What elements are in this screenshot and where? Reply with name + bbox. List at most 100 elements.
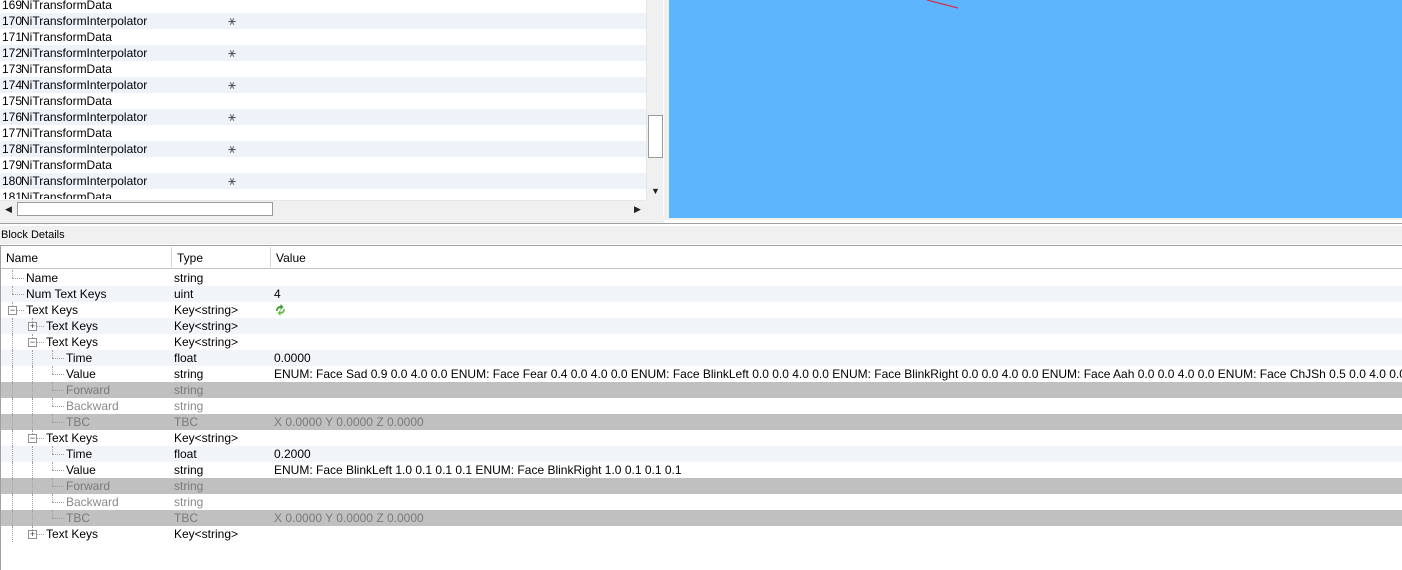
- block-type-name: NiTransformData: [21, 94, 112, 108]
- block-list-row[interactable]: 173 NiTransformData: [0, 61, 646, 77]
- tree-guide-line: [12, 526, 13, 542]
- field-type: string: [174, 383, 204, 397]
- field-name: Text Keys: [26, 303, 79, 317]
- block-list-row[interactable]: 180 NiTransformInterpolator ⚹: [0, 173, 646, 189]
- tree-row[interactable]: TBC TBC X 0.0000 Y 0.0000 Z 0.0000: [1, 414, 1402, 430]
- tree-row[interactable]: Forward string: [1, 382, 1402, 398]
- tree-guide-line: [52, 398, 53, 406]
- tree-guide-line: [12, 430, 13, 446]
- tree-row[interactable]: Backward string: [1, 494, 1402, 510]
- tree-row[interactable]: − Text Keys Key<string>: [1, 302, 1402, 318]
- field-type: Key<string>: [174, 303, 239, 317]
- tree-guide-line: [52, 478, 53, 486]
- field-type: Key<string>: [174, 335, 239, 349]
- asterisk-icon: ⚹: [228, 141, 236, 156]
- tree-guide-line: [12, 462, 13, 478]
- tree-guide-line: [52, 366, 53, 374]
- tree-guide-line: [32, 398, 33, 414]
- tree-guide-line: [32, 510, 33, 526]
- collapse-icon[interactable]: −: [28, 434, 37, 443]
- block-type-name: NiTransformData: [21, 62, 112, 76]
- tree-row[interactable]: − Text Keys Key<string>: [1, 334, 1402, 350]
- column-header-type[interactable]: Type: [172, 247, 271, 269]
- field-type: Key<string>: [174, 527, 239, 541]
- details-rows: Name string Num Text Keys uint 4− Text Keys Ke…: [1, 270, 1402, 542]
- field-value[interactable]: ENUM: Face Sad 0.9 0.0 4.0 0.0 ENUM: Fac…: [274, 366, 1402, 382]
- vertical-scroll-thumb[interactable]: [648, 115, 663, 158]
- tree-branch-line: [52, 406, 64, 407]
- block-type-name: NiTransformData: [21, 126, 112, 140]
- block-list-vertical-scrollbar[interactable]: ▼: [646, 0, 663, 200]
- tree-row[interactable]: − Text Keys Key<string>: [1, 430, 1402, 446]
- tree-branch-line: [52, 358, 64, 359]
- block-type-name: NiTransformInterpolator: [21, 78, 148, 92]
- block-index: 172: [2, 46, 23, 60]
- tree-branch-line: [52, 518, 64, 519]
- field-name: Text Keys: [46, 527, 99, 541]
- tree-row[interactable]: Value string ENUM: Face Sad 0.9 0.0 4.0 0.…: [1, 366, 1402, 382]
- column-header-name[interactable]: Name: [1, 247, 172, 269]
- field-value[interactable]: 4: [274, 286, 281, 302]
- tree-row[interactable]: Num Text Keys uint 4: [1, 286, 1402, 302]
- tree-guide-line: [52, 494, 53, 502]
- field-type: string: [174, 463, 204, 477]
- block-list-row[interactable]: 178 NiTransformInterpolator ⚹: [0, 141, 646, 157]
- tree-row[interactable]: Time float 0.0000: [1, 350, 1402, 366]
- render-viewport[interactable]: [669, 0, 1402, 218]
- block-list-row[interactable]: 172 NiTransformInterpolator ⚹: [0, 45, 646, 61]
- block-list-row[interactable]: 176 NiTransformInterpolator ⚹: [0, 109, 646, 125]
- field-type: uint: [174, 287, 194, 301]
- block-index: 173: [2, 62, 23, 76]
- tree-row[interactable]: Name string: [1, 270, 1402, 286]
- block-list-row[interactable]: 171 NiTransformData: [0, 29, 646, 45]
- collapse-icon[interactable]: −: [28, 338, 37, 347]
- block-list-row[interactable]: 181 NiTransformData: [0, 189, 646, 199]
- tree-guide-line: [12, 494, 13, 510]
- block-index: 180: [2, 174, 23, 188]
- tree-row[interactable]: Value string ENUM: Face BlinkLeft 1.0 0.1 …: [1, 462, 1402, 478]
- block-list-row[interactable]: 169 NiTransformData: [0, 0, 646, 13]
- field-type: Key<string>: [174, 431, 239, 445]
- horizontal-scroll-thumb[interactable]: [17, 202, 273, 216]
- collapse-icon[interactable]: −: [8, 306, 17, 315]
- field-value[interactable]: X 0.0000 Y 0.0000 Z 0.0000: [274, 510, 424, 526]
- block-list-horizontal-scrollbar[interactable]: ◀ ▶: [0, 200, 646, 217]
- tree-row[interactable]: Time float 0.2000: [1, 446, 1402, 462]
- block-list-row[interactable]: 177 NiTransformData: [0, 125, 646, 141]
- block-list-panel: 169 NiTransformData 170 NiTransformInterpol…: [0, 0, 664, 217]
- block-index: 171: [2, 30, 23, 44]
- tree-guide-line: [12, 270, 13, 278]
- field-value[interactable]: X 0.0000 Y 0.0000 Z 0.0000: [274, 414, 424, 430]
- tree-row[interactable]: TBC TBC X 0.0000 Y 0.0000 Z 0.0000: [1, 510, 1402, 526]
- field-type: TBC: [174, 415, 198, 429]
- recycle-icon[interactable]: [273, 303, 288, 317]
- block-index: 170: [2, 14, 23, 28]
- column-header-value[interactable]: Value: [271, 247, 1402, 269]
- tree-guide-line: [12, 478, 13, 494]
- scroll-down-arrow-icon[interactable]: ▼: [647, 183, 664, 200]
- tree-guide-line: [32, 446, 33, 462]
- tree-row[interactable]: Backward string: [1, 398, 1402, 414]
- viewport-mesh-edge: [926, 0, 959, 9]
- field-type: string: [174, 399, 204, 413]
- block-type-name: NiTransformInterpolator: [21, 110, 148, 124]
- expand-icon[interactable]: +: [28, 530, 37, 539]
- tree-branch-line: [52, 486, 64, 487]
- scroll-left-arrow-icon[interactable]: ◀: [0, 201, 17, 217]
- tree-row[interactable]: + Text Keys Key<string>: [1, 318, 1402, 334]
- tree-guide-line: [32, 414, 33, 430]
- field-value[interactable]: 0.0000: [274, 350, 311, 366]
- block-list-row[interactable]: 179 NiTransformData: [0, 157, 646, 173]
- details-header: Name Type Value: [1, 247, 1402, 269]
- block-list-row[interactable]: 174 NiTransformInterpolator ⚹: [0, 77, 646, 93]
- field-name: Backward: [66, 399, 119, 413]
- field-value[interactable]: ENUM: Face BlinkLeft 1.0 0.1 0.1 0.1 ENU…: [274, 462, 682, 478]
- expand-icon[interactable]: +: [28, 322, 37, 331]
- tree-guide-line: [12, 398, 13, 414]
- tree-row[interactable]: Forward string: [1, 478, 1402, 494]
- block-list-row[interactable]: 175 NiTransformData: [0, 93, 646, 109]
- tree-row[interactable]: + Text Keys Key<string>: [1, 526, 1402, 542]
- scroll-right-arrow-icon[interactable]: ▶: [629, 201, 646, 217]
- block-list-row[interactable]: 170 NiTransformInterpolator ⚹: [0, 13, 646, 29]
- field-value[interactable]: 0.2000: [274, 446, 311, 462]
